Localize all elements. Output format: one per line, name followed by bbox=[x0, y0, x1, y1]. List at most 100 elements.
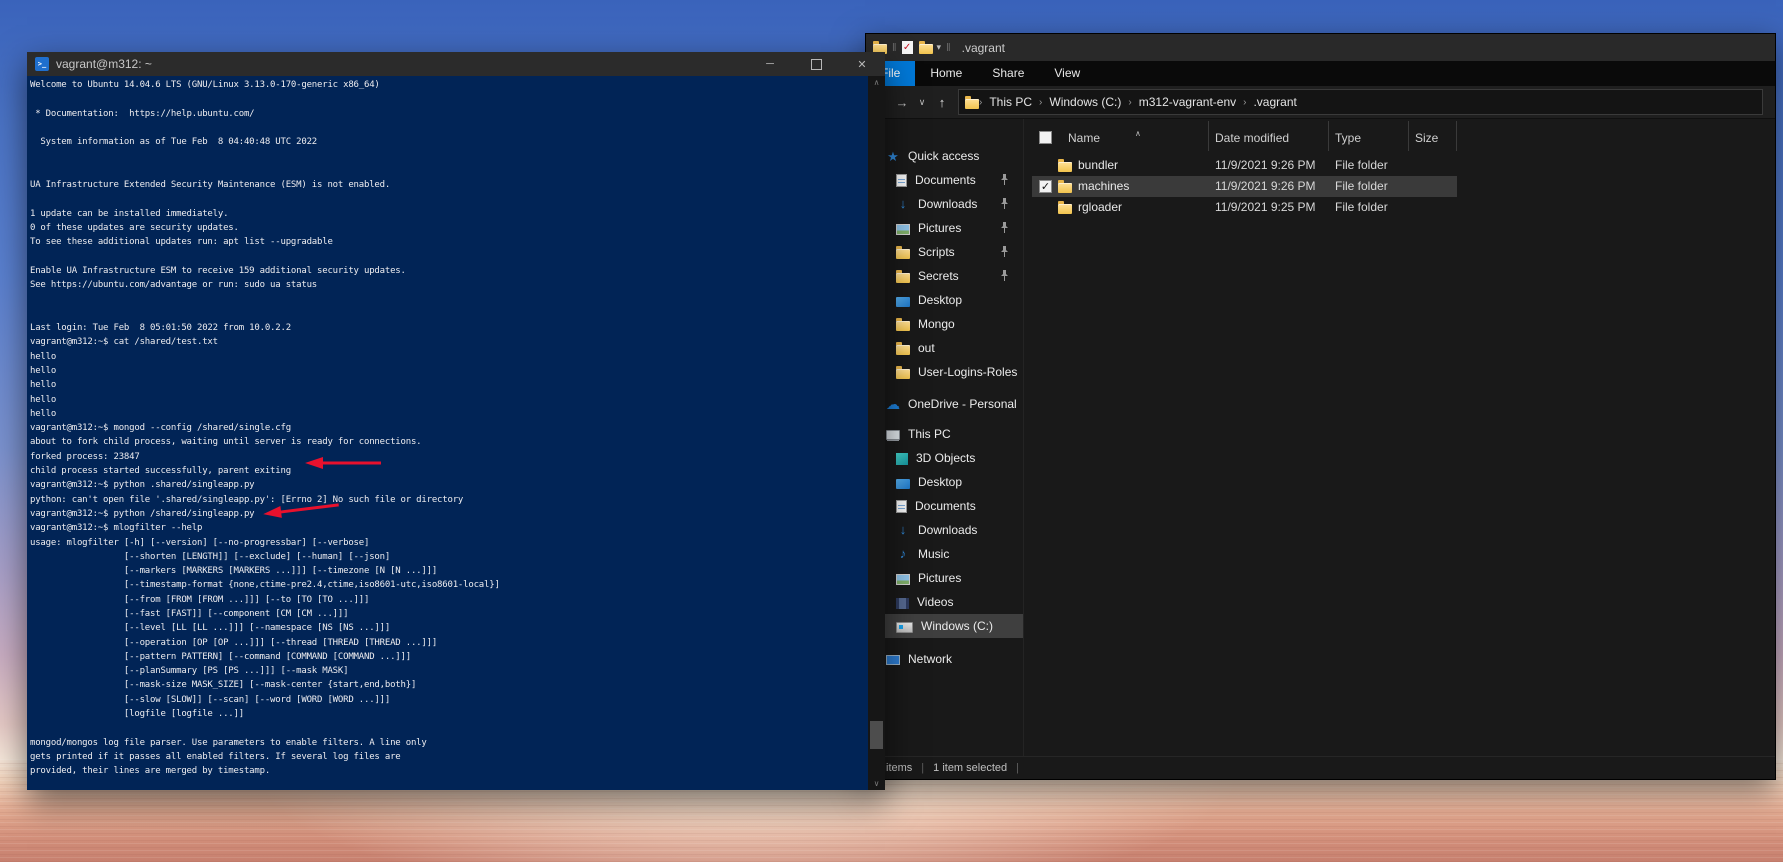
sidebar-item-label: out bbox=[918, 341, 935, 355]
qat-separator-2: ‖ bbox=[946, 42, 951, 54]
cloud-icon: ☁ bbox=[886, 397, 900, 411]
folder-icon bbox=[896, 369, 910, 379]
screen: ‖ ✓ ▾ ‖ .vagrant FileHomeShareView ← → ∨… bbox=[0, 0, 1783, 862]
terminal-scrollbar[interactable]: ∧ ∨ bbox=[868, 76, 885, 790]
sidebar-item-videos[interactable]: Videos bbox=[866, 590, 1023, 614]
select-all-checkbox[interactable] bbox=[1039, 131, 1052, 144]
terminal-title: vagrant@m312: ~ bbox=[56, 57, 152, 71]
breadcrumb: ›This PC›Windows (C:)›m312-vagrant-env›.… bbox=[979, 95, 1304, 109]
folder-icon bbox=[896, 249, 910, 259]
table-row-bundler[interactable]: bundler11/9/2021 9:26 PMFile folder bbox=[1024, 155, 1768, 176]
sidebar-item-3d-objects[interactable]: 3D Objects bbox=[866, 446, 1023, 470]
row-checkbox[interactable]: ✓ bbox=[1039, 180, 1052, 193]
sidebar-item-user-logins-roles[interactable]: User-Logins-Roles bbox=[866, 360, 1023, 384]
sidebar-item-this-pc[interactable]: This PC bbox=[866, 422, 1023, 446]
scroll-up-icon[interactable]: ∧ bbox=[868, 78, 885, 87]
status-bar: items | 1 item selected | bbox=[866, 756, 1775, 779]
terminal-body[interactable]: Welcome to Ubuntu 14.04.6 LTS (GNU/Linux… bbox=[27, 76, 885, 790]
folder-icon bbox=[896, 345, 910, 355]
sidebar-item-onedrive-personal[interactable]: ☁ OneDrive - Personal bbox=[866, 392, 1023, 416]
download-icon: ↓ bbox=[896, 523, 910, 537]
red-arrow-annotation-1 bbox=[295, 455, 383, 471]
sidebar-item-label: Videos bbox=[917, 595, 953, 609]
sidebar-item-label: OneDrive - Personal bbox=[908, 397, 1017, 411]
file-date-modified: 11/9/2021 9:25 PM bbox=[1215, 200, 1316, 214]
sidebar-item-documents[interactable]: Documents bbox=[866, 494, 1023, 518]
address-input[interactable]: ›This PC›Windows (C:)›m312-vagrant-env›.… bbox=[958, 89, 1763, 115]
sidebar-item-scripts[interactable]: Scripts bbox=[866, 240, 1023, 264]
breadcrumb-item[interactable]: This PC bbox=[982, 95, 1039, 109]
sidebar-item-desktop[interactable]: Desktop bbox=[866, 288, 1023, 312]
star-icon: ★ bbox=[886, 149, 900, 163]
pin-icon bbox=[1000, 222, 1009, 236]
sidebar-item-out[interactable]: out bbox=[866, 336, 1023, 360]
sidebar-item-label: Music bbox=[918, 547, 949, 561]
properties-icon[interactable]: ✓ bbox=[902, 41, 913, 54]
status-separator: | bbox=[921, 762, 924, 774]
file-name: bundler bbox=[1078, 158, 1118, 172]
minimize-button[interactable]: ─ bbox=[747, 52, 793, 76]
sidebar-item-pictures[interactable]: Pictures bbox=[866, 216, 1023, 240]
folder-icon bbox=[1058, 162, 1072, 172]
cube-icon bbox=[896, 453, 908, 465]
qat-separator: ‖ bbox=[892, 42, 897, 54]
file-type: File folder bbox=[1335, 200, 1388, 214]
sidebar-item-music[interactable]: ♪ Music bbox=[866, 542, 1023, 566]
desktop-icon bbox=[896, 479, 910, 489]
recent-locations-chevron-icon[interactable]: ∨ bbox=[916, 97, 928, 108]
column-header-name[interactable]: Name∧ bbox=[1062, 121, 1209, 151]
pin-icon bbox=[1000, 198, 1009, 212]
computer-icon bbox=[886, 430, 900, 440]
terminal-icon: >_ bbox=[35, 57, 49, 71]
address-folder-icon bbox=[965, 99, 979, 109]
breadcrumb-item[interactable]: .vagrant bbox=[1246, 95, 1303, 109]
sidebar-item-windows-c-[interactable]: Windows (C:) bbox=[866, 614, 1023, 638]
ribbon-tab-home[interactable]: Home bbox=[915, 61, 977, 86]
terminal-output: Welcome to Ubuntu 14.04.6 LTS (GNU/Linux… bbox=[30, 78, 500, 779]
music-icon: ♪ bbox=[896, 547, 910, 561]
sidebar-item-downloads[interactable]: ↓Downloads bbox=[866, 192, 1023, 216]
explorer-body: ★Quick access Documents ↓ Downloads Pictures… bbox=[866, 119, 1775, 756]
customize-toolbar-chevron-icon[interactable]: ▾ bbox=[937, 42, 942, 53]
sidebar-item-label: 3D Objects bbox=[916, 451, 975, 465]
maximize-icon bbox=[811, 59, 822, 70]
sidebar-item-network[interactable]: Network bbox=[866, 647, 1023, 671]
new-folder-icon[interactable] bbox=[919, 44, 933, 54]
folder-icon bbox=[1058, 183, 1072, 193]
sidebar-item-label: Documents bbox=[915, 173, 976, 187]
ribbon-tab-share[interactable]: Share bbox=[977, 61, 1039, 86]
drive-icon bbox=[896, 622, 913, 633]
scrollbar-thumb[interactable] bbox=[870, 721, 883, 749]
status-separator-2: | bbox=[1016, 762, 1019, 774]
column-header-type[interactable]: Type bbox=[1329, 121, 1409, 151]
sidebar-item-desktop[interactable]: Desktop bbox=[866, 470, 1023, 494]
file-explorer-window: ‖ ✓ ▾ ‖ .vagrant FileHomeShareView ← → ∨… bbox=[865, 33, 1776, 780]
sidebar-item-quick-access[interactable]: ★Quick access bbox=[866, 144, 1023, 168]
breadcrumb-item[interactable]: Windows (C:) bbox=[1042, 95, 1128, 109]
sidebar-item-pictures[interactable]: Pictures bbox=[866, 566, 1023, 590]
sidebar-item-label: Network bbox=[908, 652, 952, 666]
sidebar-item-downloads[interactable]: ↓ Downloads bbox=[866, 518, 1023, 542]
sidebar-item-label: This PC bbox=[908, 427, 951, 441]
column-header-date-modified[interactable]: Date modified bbox=[1209, 121, 1329, 151]
sidebar-item-secrets[interactable]: Secrets bbox=[866, 264, 1023, 288]
table-row-machines[interactable]: ✓machines11/9/2021 9:26 PMFile folder bbox=[1024, 176, 1768, 197]
file-name: rgloader bbox=[1078, 200, 1122, 214]
table-row-rgloader[interactable]: rgloader 11/9/2021 9:25 PM File folder bbox=[1024, 197, 1768, 218]
maximize-button[interactable] bbox=[793, 52, 839, 76]
picture-icon bbox=[896, 574, 910, 585]
up-button[interactable]: ↑ bbox=[934, 95, 950, 110]
breadcrumb-item[interactable]: m312-vagrant-env bbox=[1132, 95, 1243, 109]
sidebar-item-label: Desktop bbox=[918, 475, 962, 489]
desktop-icon bbox=[896, 297, 910, 307]
ribbon-tab-view[interactable]: View bbox=[1039, 61, 1095, 86]
sidebar-item-label: Documents bbox=[915, 499, 976, 513]
network-icon bbox=[886, 655, 900, 665]
sidebar-item-label: Downloads bbox=[918, 523, 977, 537]
scroll-down-icon[interactable]: ∨ bbox=[868, 779, 885, 788]
column-header-size[interactable]: Size bbox=[1409, 121, 1457, 151]
close-button[interactable]: ✕ bbox=[839, 52, 885, 76]
sidebar-item-documents[interactable]: Documents bbox=[866, 168, 1023, 192]
sidebar-item-mongo[interactable]: Mongo bbox=[866, 312, 1023, 336]
forward-button[interactable]: → bbox=[894, 95, 910, 110]
